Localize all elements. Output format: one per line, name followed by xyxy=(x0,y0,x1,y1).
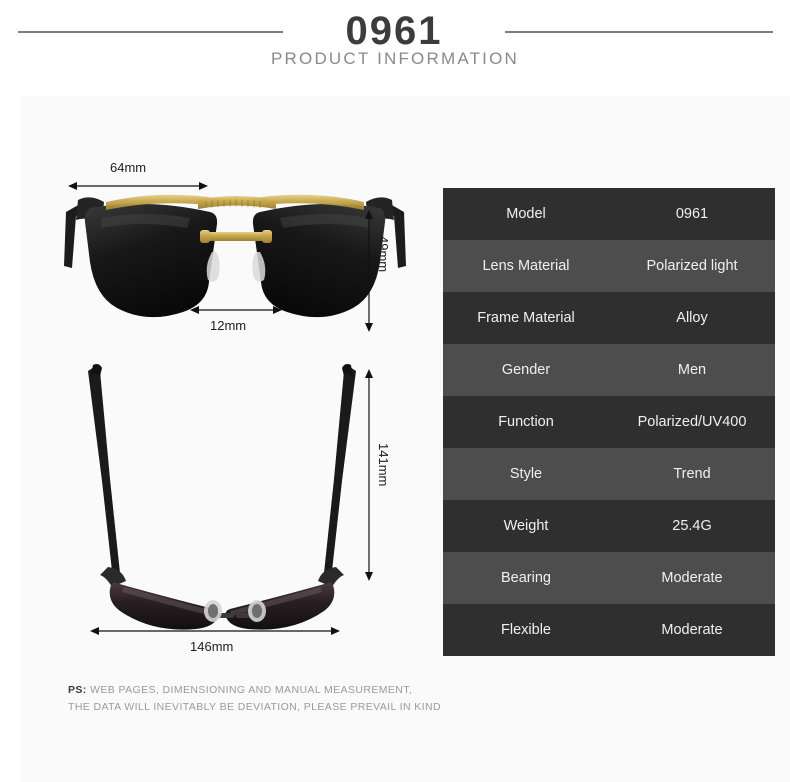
footnote-line-2: THE DATA WILL INEVITABLY BE DEVIATION, P… xyxy=(68,701,441,713)
table-row: Bearing Moderate xyxy=(443,552,775,604)
table-row: Function Polarized/UV400 xyxy=(443,396,775,448)
dimension-label-total-width: 146mm xyxy=(190,639,234,654)
spec-value: Men xyxy=(677,361,707,378)
header-rule-left xyxy=(18,31,283,33)
table-row: Model 0961 xyxy=(443,188,775,240)
footnote: PS: WEB PAGES, DIMENSIONING AND MANUAL M… xyxy=(68,682,441,716)
table-row: Style Trend xyxy=(443,448,775,500)
spec-label: Gender xyxy=(501,361,551,378)
table-row: Flexible Moderate xyxy=(443,604,775,656)
spec-label: Lens Material xyxy=(482,257,570,274)
product-information-page: 0961 PRODUCT INFORMATION 64mm 49mm 12mm … xyxy=(0,0,790,782)
spec-label: Style xyxy=(509,465,543,482)
footnote-prefix: PS: xyxy=(68,684,87,696)
content-panel: 64mm 49mm 12mm 141mm 146mm PS: WEB PAGES… xyxy=(20,96,790,782)
spec-value: Moderate xyxy=(661,569,723,586)
header-rule-right xyxy=(505,31,773,33)
spec-value: Moderate xyxy=(661,621,723,638)
dimension-arrow-64mm xyxy=(68,182,208,190)
dimension-label-lens-width: 64mm xyxy=(110,160,147,175)
footnote-text-1: WEB PAGES, DIMENSIONING AND MANUAL MEASU… xyxy=(90,684,413,696)
dimension-label-temple-length: 141mm xyxy=(376,443,391,487)
spec-label: Flexible xyxy=(501,621,551,638)
spec-label: Model xyxy=(506,205,546,222)
spec-label: Function xyxy=(498,413,554,430)
spec-label: Weight xyxy=(503,517,549,534)
product-diagrams: 64mm 49mm 12mm 141mm 146mm xyxy=(20,96,440,696)
dimension-label-lens-height: 49mm xyxy=(376,236,391,273)
spec-value: Polarized light xyxy=(646,257,738,274)
page-subtitle: PRODUCT INFORMATION xyxy=(271,49,519,68)
table-row: Weight 25.4G xyxy=(443,500,775,552)
table-row: Frame Material Alloy xyxy=(443,292,775,344)
spec-value: 25.4G xyxy=(672,517,712,534)
table-row: Gender Men xyxy=(443,344,775,396)
spec-value: Trend xyxy=(673,465,711,482)
dimension-arrow-141mm xyxy=(365,369,373,581)
spec-value: Alloy xyxy=(676,309,708,326)
spec-label: Bearing xyxy=(501,569,551,586)
dimension-arrow-146mm xyxy=(90,627,340,635)
dimension-arrow-49mm xyxy=(365,210,373,332)
footnote-line-1: PS: WEB PAGES, DIMENSIONING AND MANUAL M… xyxy=(68,682,441,699)
dimension-label-bridge-width: 12mm xyxy=(210,318,247,333)
dimension-arrow-12mm xyxy=(190,306,282,314)
sunglasses-top-view-diagram: 141mm 146mm xyxy=(50,361,420,654)
spec-value: Polarized/UV400 xyxy=(637,413,747,430)
sunglasses-front-view-diagram: 64mm 49mm 12mm xyxy=(50,156,420,356)
spec-label: Frame Material xyxy=(477,309,575,326)
table-row: Lens Material Polarized light xyxy=(443,240,775,292)
page-header: 0961 PRODUCT INFORMATION xyxy=(0,0,790,96)
specification-table: Model 0961 Lens Material Polarized light… xyxy=(443,188,775,656)
spec-value: 0961 xyxy=(675,205,709,222)
page-title: 0961 xyxy=(345,9,443,53)
